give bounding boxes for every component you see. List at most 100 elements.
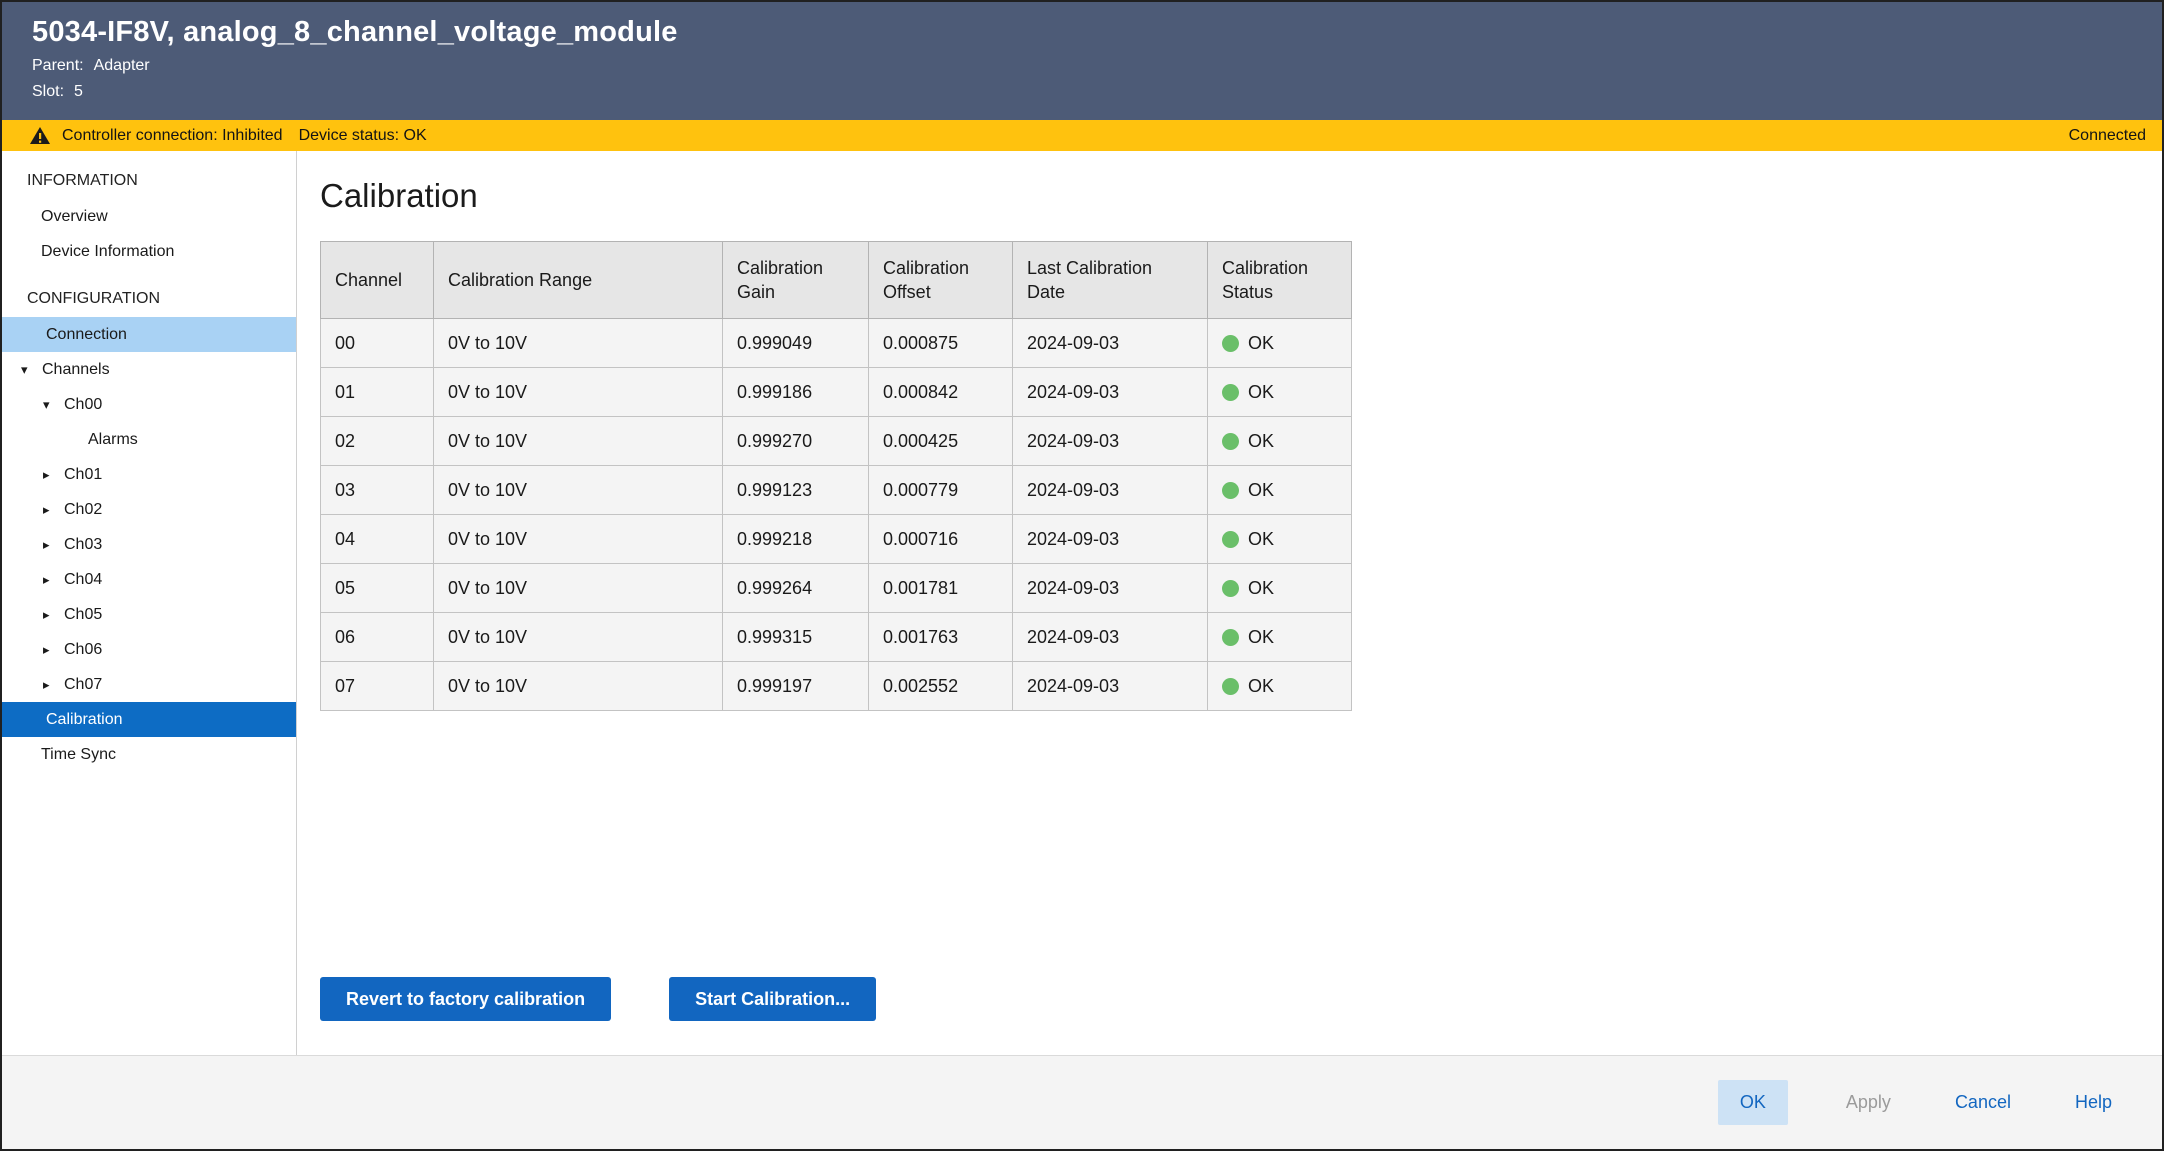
- status-text: OK: [1248, 382, 1274, 402]
- status-text: OK: [1248, 333, 1274, 353]
- status-ok-icon: [1222, 580, 1239, 597]
- status-text: OK: [1248, 431, 1274, 451]
- sidebar-item-label: Ch00: [64, 396, 102, 414]
- cell-status: OK: [1208, 515, 1352, 564]
- status-text: OK: [1248, 480, 1274, 500]
- sidebar-item-label: Ch01: [64, 466, 102, 484]
- ok-button[interactable]: OK: [1718, 1080, 1788, 1125]
- sidebar-item-label: Alarms: [88, 431, 138, 449]
- sidebar-item-ch06[interactable]: ▸ Ch06: [2, 632, 296, 667]
- cell-offset: 0.000779: [869, 466, 1013, 515]
- sidebar-item-device-information[interactable]: Device Information: [2, 234, 296, 269]
- chevron-right-icon[interactable]: ▸: [43, 538, 59, 551]
- chevron-right-icon[interactable]: ▸: [43, 573, 59, 586]
- cell-channel: 01: [321, 368, 434, 417]
- slot-row: Slot:5: [32, 83, 2162, 101]
- cell-range: 0V to 10V: [434, 417, 723, 466]
- cell-channel: 07: [321, 662, 434, 711]
- sidebar-item-ch02[interactable]: ▸ Ch02: [2, 492, 296, 527]
- column-header-status: Calibration Status: [1208, 242, 1352, 319]
- device-status: Device status: OK: [299, 127, 427, 145]
- chevron-right-icon[interactable]: ▸: [43, 643, 59, 656]
- column-header-range: Calibration Range: [434, 242, 723, 319]
- warning-icon: [30, 127, 50, 144]
- cell-offset: 0.001781: [869, 564, 1013, 613]
- action-buttons: Revert to factory calibration Start Cali…: [320, 977, 2162, 1021]
- cell-status: OK: [1208, 466, 1352, 515]
- cancel-button[interactable]: Cancel: [1949, 1091, 2017, 1114]
- table-row: 02 0V to 10V 0.999270 0.000425 2024-09-0…: [321, 417, 1352, 466]
- page-title: Calibration: [320, 177, 2162, 215]
- table-header-row: Channel Calibration Range Calibration Ga…: [321, 242, 1352, 319]
- status-text: OK: [1248, 578, 1274, 598]
- cell-date: 2024-09-03: [1013, 466, 1208, 515]
- sidebar-item-ch01[interactable]: ▸ Ch01: [2, 457, 296, 492]
- sidebar-item-channels[interactable]: ▾ Channels: [2, 352, 296, 387]
- sidebar-item-label: Calibration: [46, 711, 122, 729]
- chevron-right-icon[interactable]: ▸: [43, 468, 59, 481]
- chevron-right-icon[interactable]: ▸: [43, 608, 59, 621]
- parent-label: Parent:: [32, 57, 84, 74]
- sidebar-item-overview[interactable]: Overview: [2, 199, 296, 234]
- chevron-right-icon[interactable]: ▸: [43, 678, 59, 691]
- cell-range: 0V to 10V: [434, 368, 723, 417]
- cell-gain: 0.999315: [723, 613, 869, 662]
- table-row: 07 0V to 10V 0.999197 0.002552 2024-09-0…: [321, 662, 1352, 711]
- cell-status: OK: [1208, 417, 1352, 466]
- chevron-right-icon[interactable]: ▸: [43, 503, 59, 516]
- cell-date: 2024-09-03: [1013, 417, 1208, 466]
- parent-row: Parent:Adapter: [32, 57, 2162, 75]
- status-ok-icon: [1222, 335, 1239, 352]
- cell-offset: 0.000716: [869, 515, 1013, 564]
- cell-gain: 0.999186: [723, 368, 869, 417]
- sidebar-item-alarms[interactable]: Alarms: [2, 422, 296, 457]
- sidebar-item-ch07[interactable]: ▸ Ch07: [2, 667, 296, 702]
- help-button[interactable]: Help: [2069, 1091, 2118, 1114]
- cell-offset: 0.000875: [869, 319, 1013, 368]
- header: 5034-IF8V, analog_8_channel_voltage_modu…: [2, 2, 2162, 120]
- sidebar-item-ch05[interactable]: ▸ Ch05: [2, 597, 296, 632]
- cell-gain: 0.999218: [723, 515, 869, 564]
- cell-status: OK: [1208, 662, 1352, 711]
- cell-date: 2024-09-03: [1013, 368, 1208, 417]
- sidebar-item-time-sync[interactable]: Time Sync: [2, 737, 296, 772]
- content: Calibration Channel Calibration Range Ca…: [297, 151, 2162, 1055]
- cell-offset: 0.001763: [869, 613, 1013, 662]
- cell-status: OK: [1208, 319, 1352, 368]
- sidebar-item-ch03[interactable]: ▸ Ch03: [2, 527, 296, 562]
- cell-gain: 0.999049: [723, 319, 869, 368]
- sidebar-item-label: Ch07: [64, 676, 102, 694]
- cell-offset: 0.002552: [869, 662, 1013, 711]
- chevron-down-icon[interactable]: ▾: [21, 363, 37, 376]
- footer: OK Apply Cancel Help: [2, 1055, 2162, 1149]
- sidebar-item-connection[interactable]: Connection: [2, 317, 296, 352]
- cell-channel: 06: [321, 613, 434, 662]
- slot-value: 5: [74, 83, 83, 100]
- cell-range: 0V to 10V: [434, 466, 723, 515]
- table-row: 00 0V to 10V 0.999049 0.000875 2024-09-0…: [321, 319, 1352, 368]
- cell-range: 0V to 10V: [434, 515, 723, 564]
- cell-date: 2024-09-03: [1013, 613, 1208, 662]
- column-header-channel: Channel: [321, 242, 434, 319]
- cell-gain: 0.999264: [723, 564, 869, 613]
- table-row: 05 0V to 10V 0.999264 0.001781 2024-09-0…: [321, 564, 1352, 613]
- start-calibration-button[interactable]: Start Calibration...: [669, 977, 876, 1021]
- chevron-down-icon[interactable]: ▾: [43, 398, 59, 411]
- cell-channel: 04: [321, 515, 434, 564]
- sidebar-section-configuration: CONFIGURATION: [2, 281, 296, 317]
- status-bar: Controller connection: Inhibited Device …: [2, 120, 2162, 151]
- sidebar-item-label: Ch04: [64, 571, 102, 589]
- apply-button[interactable]: Apply: [1840, 1091, 1897, 1114]
- status-text: OK: [1248, 676, 1274, 696]
- module-properties-window: 5034-IF8V, analog_8_channel_voltage_modu…: [0, 0, 2164, 1151]
- cell-offset: 0.000425: [869, 417, 1013, 466]
- cell-range: 0V to 10V: [434, 564, 723, 613]
- main-area: INFORMATION Overview Device Information …: [2, 151, 2162, 1055]
- revert-factory-calibration-button[interactable]: Revert to factory calibration: [320, 977, 611, 1021]
- cell-range: 0V to 10V: [434, 613, 723, 662]
- cell-date: 2024-09-03: [1013, 564, 1208, 613]
- sidebar-item-ch00[interactable]: ▾ Ch00: [2, 387, 296, 422]
- sidebar-item-calibration[interactable]: Calibration: [2, 702, 296, 737]
- cell-offset: 0.000842: [869, 368, 1013, 417]
- sidebar-item-ch04[interactable]: ▸ Ch04: [2, 562, 296, 597]
